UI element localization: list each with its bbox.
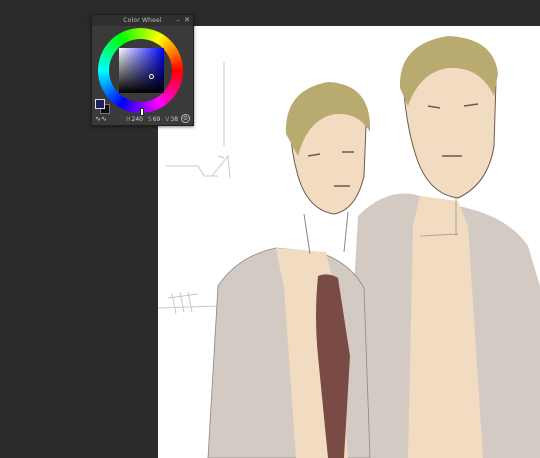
hue-label: H <box>126 116 131 123</box>
figure-left <box>207 82 371 458</box>
figure-right <box>348 36 540 458</box>
main-color-swatch[interactable] <box>95 99 105 109</box>
menu-bar <box>0 0 540 26</box>
saturation-label: S <box>147 116 152 123</box>
minimize-button[interactable]: – <box>174 15 182 26</box>
gear-icon[interactable]: ⚙ <box>181 114 190 123</box>
close-button[interactable]: ✕ <box>183 15 191 26</box>
artwork <box>158 36 540 458</box>
color-cursor[interactable] <box>149 74 154 79</box>
hue-value[interactable]: 240 <box>132 116 143 123</box>
saturation-value-square[interactable] <box>119 48 164 93</box>
color-wheel-palette: Color Wheel – ✕ ∿∿ H240 S69 V38 ⚙ <box>91 14 194 126</box>
value-value[interactable]: 38 <box>170 116 178 123</box>
drawing-canvas[interactable] <box>158 26 540 458</box>
value-label: V <box>165 116 170 123</box>
waveform-icon[interactable]: ∿∿ <box>95 116 109 123</box>
hsv-readout: H240 S69 V38 <box>126 115 181 124</box>
saturation-value[interactable]: 69 <box>153 116 161 123</box>
